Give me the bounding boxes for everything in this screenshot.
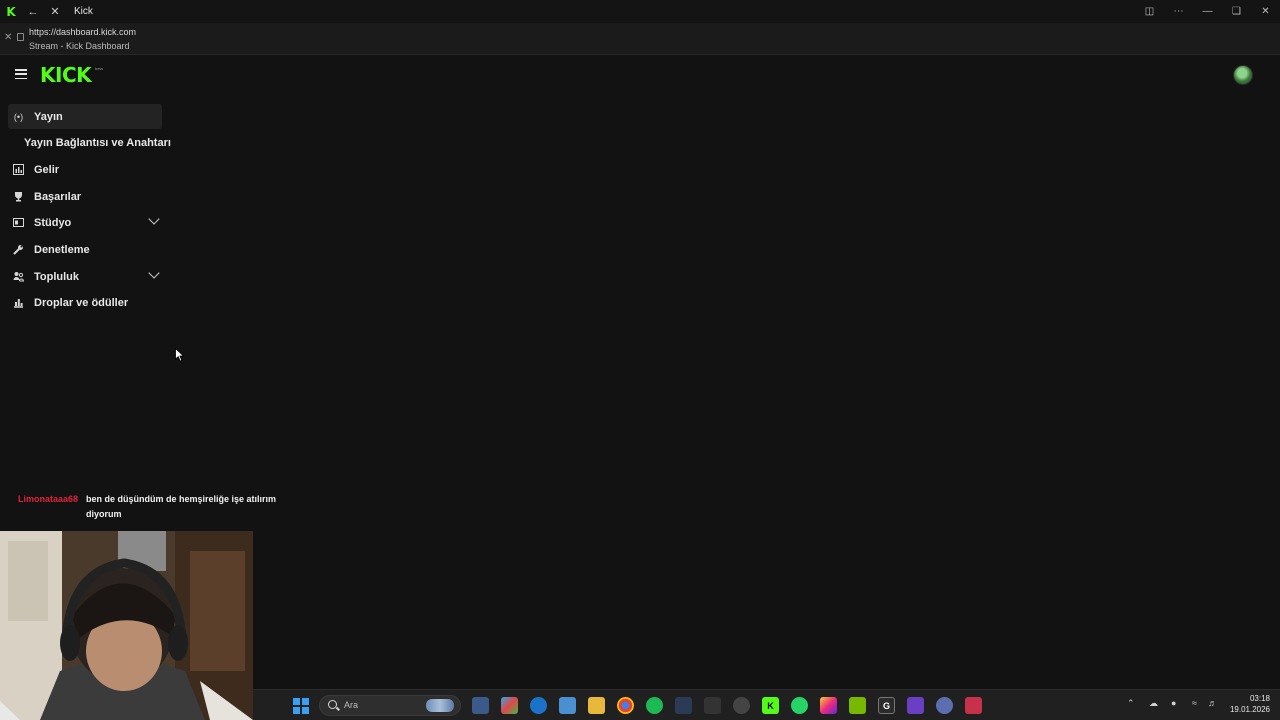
task-view-icon[interactable] xyxy=(472,697,489,714)
sidebar-item-denetleme[interactable]: Denetleme xyxy=(8,237,162,262)
visual-studio-icon[interactable] xyxy=(907,697,924,714)
g-app-icon[interactable]: G xyxy=(878,697,895,714)
file-explorer-icon[interactable] xyxy=(588,697,605,714)
sidebar-item-label: Gelir xyxy=(34,163,60,176)
sidebar-item-droplar[interactable]: Droplar ve ödüller xyxy=(8,290,162,315)
browser-title-bar: K ← ✕ Kick ◫ ⋯ — ❏ ✕ xyxy=(0,0,1280,23)
broadcast-icon: (•) xyxy=(13,111,24,122)
sidebar-item-label: Droplar ve ödüller xyxy=(34,296,129,309)
sidebar-item-topluluk[interactable]: Topluluk xyxy=(8,264,162,289)
chevron-down-icon[interactable] xyxy=(148,267,160,279)
chat-username: Limonataaa68 xyxy=(18,494,79,504)
sidebar-item-gelir[interactable]: Gelir xyxy=(8,157,162,182)
sidebar-item-stream-key[interactable]: Yayın Bağlantısı ve Anahtarı xyxy=(8,130,171,155)
mouse-cursor xyxy=(175,348,185,362)
chat-message-text: ben de düşündüm de hemşireliğe işe atılı… xyxy=(86,494,277,519)
trophy-icon xyxy=(12,190,25,203)
search-highlight-icon xyxy=(426,699,454,712)
clock-date: 19.01.2026 xyxy=(1229,705,1270,714)
close-icon[interactable]: ✕ xyxy=(4,32,12,43)
epic-games-icon[interactable] xyxy=(704,697,721,714)
tray-app-icon[interactable]: ☁ xyxy=(1149,698,1158,709)
clock-time: 03:18 xyxy=(1249,694,1270,703)
sidebar-item-label: Stüdyo xyxy=(34,216,72,229)
steam-icon[interactable] xyxy=(675,697,692,714)
sidebar-item-label: Yayın xyxy=(34,110,63,123)
volume-icon[interactable]: ♬ xyxy=(1208,698,1217,708)
sidebar-item-basarilar[interactable]: Başarılar xyxy=(8,184,162,209)
search-placeholder: Ara xyxy=(344,700,359,710)
sidebar-item-label: Denetleme xyxy=(34,243,90,256)
lock-icon[interactable] xyxy=(17,33,24,41)
wifi-icon[interactable]: ≈ xyxy=(1192,698,1197,708)
wrench-icon xyxy=(12,243,25,256)
minimize-icon[interactable]: — xyxy=(1193,3,1222,21)
chevron-down-icon[interactable] xyxy=(148,213,160,225)
taskbar-search-input[interactable]: Ara xyxy=(319,695,461,716)
back-arrow-icon[interactable]: ← xyxy=(24,3,42,21)
chrome-icon[interactable] xyxy=(617,697,634,714)
community-icon xyxy=(12,270,25,283)
store-icon[interactable] xyxy=(559,697,576,714)
sidebar-item-label: Yayın Bağlantısı ve Anahtarı xyxy=(24,136,171,149)
app-icon[interactable] xyxy=(936,697,953,714)
address-bar: ✕ https://dashboard.kick.com Stream - Ki… xyxy=(0,23,1280,55)
chevron-up-icon[interactable]: ⌃ xyxy=(1127,698,1135,709)
sidebar-item-label: Başarılar xyxy=(34,190,82,203)
search-icon xyxy=(328,700,337,709)
page-title: Stream - Kick Dashboard xyxy=(29,41,130,51)
chart-icon xyxy=(12,163,25,176)
copilot-icon[interactable] xyxy=(501,697,518,714)
restore-icon[interactable]: ❏ xyxy=(1222,3,1251,21)
microphone-icon[interactable]: ● xyxy=(1171,698,1176,708)
app-icon[interactable] xyxy=(965,697,982,714)
logo-badge: beta xyxy=(95,66,103,71)
stop-loading-icon[interactable]: ✕ xyxy=(46,3,64,21)
sidebar-item-yayin[interactable]: (•) Yayın xyxy=(8,104,162,129)
webcam-overlay xyxy=(0,531,253,720)
sidebar-item-label: Topluluk xyxy=(34,270,80,283)
tab-title: Kick xyxy=(74,6,93,17)
instagram-icon[interactable] xyxy=(820,697,837,714)
app-menu-icon[interactable]: ◫ xyxy=(1135,3,1164,21)
url-text[interactable]: https://dashboard.kick.com xyxy=(29,27,136,37)
taskbar: Ara K G ⌃ ☁ ● ≈ ♬ 03:18 19.01.2026 xyxy=(253,689,1280,720)
kick-logo[interactable]: KICK xyxy=(40,63,92,87)
taskbar-clock[interactable]: 03:18 19.01.2026 xyxy=(1230,693,1270,715)
kick-app-icon: K xyxy=(6,4,16,19)
more-options-icon[interactable]: ⋯ xyxy=(1164,3,1193,21)
menu-icon[interactable] xyxy=(15,69,27,79)
spotify-icon[interactable] xyxy=(646,697,663,714)
kick-taskbar-icon[interactable]: K xyxy=(762,697,779,714)
studio-icon xyxy=(12,216,25,229)
obs-icon[interactable] xyxy=(733,697,750,714)
avatar[interactable] xyxy=(1233,65,1253,85)
close-window-icon[interactable]: ✕ xyxy=(1251,3,1280,21)
nvidia-icon[interactable] xyxy=(849,697,866,714)
gift-icon xyxy=(12,296,25,309)
edge-icon[interactable] xyxy=(530,697,547,714)
windows-start-icon[interactable] xyxy=(293,698,309,714)
whatsapp-icon[interactable] xyxy=(791,697,808,714)
sidebar-item-studyo[interactable]: Stüdyo xyxy=(8,210,162,235)
